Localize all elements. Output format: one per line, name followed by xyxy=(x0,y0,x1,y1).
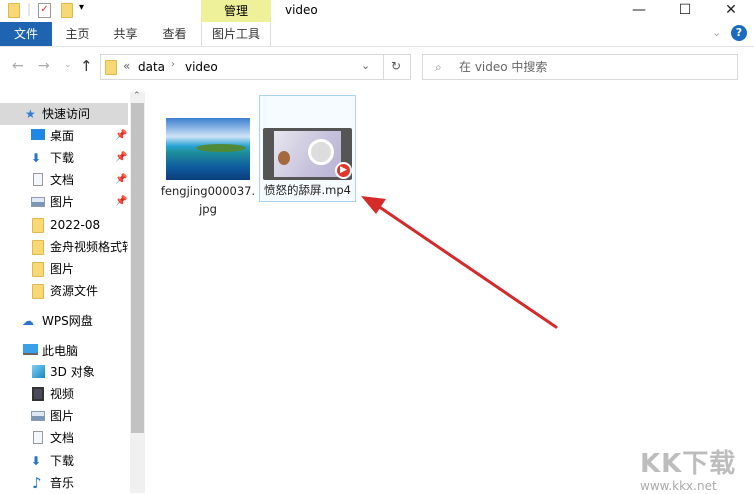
annotation-arrow xyxy=(361,196,558,329)
arrow-shaft xyxy=(373,202,558,329)
watermark-url: www.kkx.net xyxy=(640,479,717,493)
watermark-logo: KK下载 xyxy=(640,449,737,479)
arrow-head xyxy=(361,196,386,214)
